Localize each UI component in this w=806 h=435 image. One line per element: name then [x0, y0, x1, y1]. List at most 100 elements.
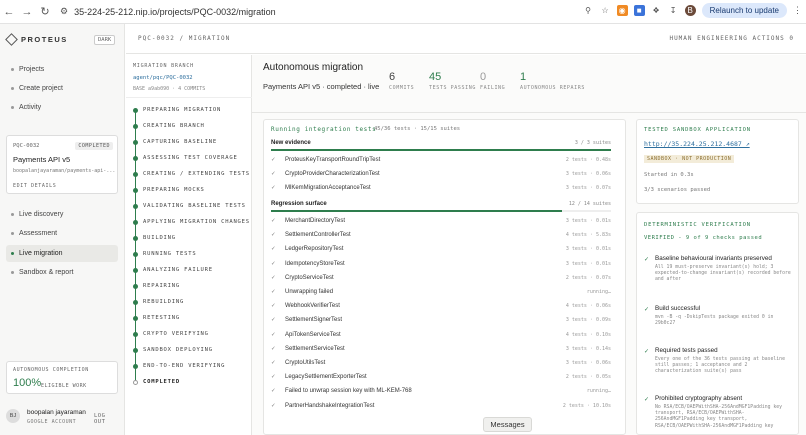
relaunch-button[interactable]: Relaunch to update	[701, 3, 787, 18]
nav-sandbox-report[interactable]: Sandbox & report	[11, 269, 73, 276]
test-row[interactable]: ✓ Unwrapping failed running…	[271, 289, 611, 301]
test-row[interactable]: ✓ ApiTokenServiceTest 4 tests · 0.10s	[271, 332, 611, 344]
nav-label: Create project	[19, 85, 63, 92]
sandbox-url-link[interactable]: http://35.224.25.212.4687 ↗	[644, 140, 750, 148]
password-icon[interactable]: ⚲	[583, 5, 594, 16]
test-row[interactable]: ✓ LedgerRepositoryTest 3 tests · 0.01s	[271, 246, 611, 258]
step-item[interactable]: COMPLETED	[143, 379, 180, 385]
test-group-name: New evidence	[271, 140, 311, 146]
nav-assessment[interactable]: Assessment	[11, 230, 57, 237]
bookmark-star-icon[interactable]: ☆	[600, 5, 611, 16]
nav-label: Projects	[19, 66, 45, 73]
step-item[interactable]: CREATING BRANCH	[143, 123, 205, 129]
site-settings-icon[interactable]: ⚙	[60, 6, 68, 17]
step-item[interactable]: ANALYZING FAILURE	[143, 267, 213, 273]
forward-icon[interactable]: →	[18, 3, 36, 21]
logout-button[interactable]: LOG OUT	[94, 413, 118, 425]
step-item[interactable]: RETESTING	[143, 315, 180, 321]
profile-avatar[interactable]: B	[684, 5, 696, 16]
test-row[interactable]: ✓ LegacySettlementExporterTest 2 tests · 0…	[271, 374, 611, 386]
autonomous-sub: ELIGIBLE WORK	[41, 383, 87, 389]
step-item[interactable]: PREPARING MOCKS	[143, 187, 205, 193]
test-row[interactable]: ✓ MlKemMigrationAcceptanceTest 3 tests · 0…	[271, 185, 611, 197]
verification-title: Baseline behavioural invariants preserve…	[655, 255, 772, 262]
step-item[interactable]: REBUILDING	[143, 299, 184, 305]
test-name: Unwrapping failed	[285, 289, 334, 295]
step-status-icon	[133, 188, 138, 193]
step-item[interactable]: CREATING / EXTENDING TESTS	[143, 171, 250, 177]
test-row[interactable]: ✓ ProteusKeyTransportRoundTripTest 2 tests…	[271, 157, 611, 169]
step-item[interactable]: BUILDING	[143, 235, 176, 241]
nav-create-project[interactable]: Create project	[11, 85, 63, 92]
step-status-icon	[133, 108, 138, 113]
autonomous-percent: 100%	[13, 377, 42, 389]
test-meta: running…	[586, 289, 611, 295]
edit-details-link[interactable]: EDIT DETAILS	[13, 183, 56, 189]
stat-tests-passing: 45 TESTS PASSING	[429, 71, 476, 91]
stat-failing: 0 FAILING	[480, 71, 505, 91]
extensions-puzzle-icon[interactable]: ❖	[651, 5, 662, 16]
human-actions-counter[interactable]: HUMAN ENGINEERING ACTIONS 0	[669, 35, 794, 42]
test-row[interactable]: ✓ SettlementControllerTest 4 tests · 5.83s	[271, 232, 611, 244]
test-group-count: 3 / 3 suites	[574, 140, 611, 146]
test-row[interactable]: ✓ WebhookVerifierTest 4 tests · 0.06s	[271, 303, 611, 315]
test-row[interactable]: ✓ IdempotencyStoreTest 3 tests · 0.01s	[271, 261, 611, 273]
test-row[interactable]: ✓ Failed to unwrap session key with ML-KE…	[271, 388, 611, 400]
step-item[interactable]: END-TO-END VERIFYING	[143, 363, 225, 369]
extension-fox-icon[interactable]: ◉	[616, 5, 628, 16]
integration-tests-panel: Running integration tests 45/36 tests · …	[263, 119, 626, 435]
stat-autonomous-repairs: 1 AUTONOMOUS REPAIRS	[520, 71, 585, 91]
chrome-menu-icon[interactable]: ⋮	[793, 5, 802, 16]
test-name: MerchantDirectoryTest	[285, 218, 346, 224]
check-icon: ✓	[644, 307, 650, 313]
reload-icon[interactable]: ↻	[36, 3, 54, 21]
bullet-icon	[11, 213, 14, 216]
status-badge: COMPLETED	[75, 142, 113, 150]
test-name: ProteusKeyTransportRoundTripTest	[285, 157, 381, 163]
test-row[interactable]: ✓ CryptoUtilsTest 3 tests · 0.06s	[271, 360, 611, 372]
check-icon: ✓	[644, 349, 650, 355]
download-icon[interactable]: ↧	[668, 5, 679, 16]
nav-live-discovery[interactable]: Live discovery	[11, 211, 63, 218]
test-group: Regression surface 12 / 14 suites	[271, 201, 611, 215]
url-text[interactable]: 35-224-25-212.nip.io/projects/PQC-0032/m…	[74, 7, 276, 17]
step-status-icon	[133, 124, 138, 129]
test-row[interactable]: ✓ CryptoServiceTest 2 tests · 0.07s	[271, 275, 611, 287]
test-row[interactable]: ✓ SettlementServiceTest 3 tests · 0.14s	[271, 346, 611, 358]
migration-steps-panel: MIGRATION BRANCH agent/pqc/PQC-0032 BASE…	[126, 55, 252, 435]
step-item[interactable]: RUNNING TESTS	[143, 251, 196, 257]
step-item[interactable]: PREPARING MIGRATION	[143, 107, 221, 113]
step-item[interactable]: REPAIRING	[143, 283, 180, 289]
branch-name[interactable]: agent/pqc/PQC-0032	[133, 75, 193, 81]
step-item[interactable]: APPLYING MIGRATION CHANGES	[143, 219, 250, 225]
check-icon: ✓	[271, 232, 276, 239]
messages-button[interactable]: Messages	[483, 417, 532, 432]
step-item[interactable]: CAPTURING BASELINE	[143, 139, 217, 145]
step-item[interactable]: VALIDATING BASELINE TESTS	[143, 203, 246, 209]
test-meta: 3 tests · 0.09s	[565, 317, 611, 324]
test-row[interactable]: ✓ PartnerHandshakeIntegrationTest 2 tests …	[271, 403, 611, 415]
step-item[interactable]: SANDBOX DEPLOYING	[143, 347, 213, 353]
logo[interactable]: PROTEUS	[5, 33, 68, 46]
address-bar[interactable]: ⚙ 35-224-25-212.nip.io/projects/PQC-0032…	[60, 6, 276, 17]
test-row[interactable]: ✓ MerchantDirectoryTest 3 tests · 0.01s	[271, 218, 611, 230]
step-item[interactable]: CRYPTO VERIFYING	[143, 331, 209, 337]
test-row[interactable]: ✓ CryptoProviderCharacterizationTest 3 tes…	[271, 171, 611, 183]
verification-desc: mvn -B -q -DskipTests package exited 0 i…	[655, 315, 774, 327]
sandbox-scenarios: 3/3 scenarios passed	[644, 187, 711, 193]
test-row[interactable]: ✓ SettlementSignerTest 3 tests · 0.09s	[271, 317, 611, 329]
nav-activity[interactable]: Activity	[11, 104, 41, 111]
back-icon[interactable]: ←	[0, 3, 18, 21]
verification-title: Required tests passed	[655, 347, 718, 354]
extension-blue-icon[interactable]: ■	[633, 5, 645, 16]
test-group-progress-fill	[271, 210, 563, 212]
nav-projects[interactable]: Projects	[11, 66, 44, 73]
step-item[interactable]: ASSESSING TEST COVERAGE	[143, 155, 238, 161]
logo-text: PROTEUS	[21, 35, 68, 44]
check-icon: ✓	[271, 303, 276, 310]
main-content: Autonomous migration Payments API v5 · c…	[252, 55, 806, 435]
project-card[interactable]: PQC-0032 COMPLETED Payments API v5 boopa…	[6, 135, 118, 194]
nav-live-migration[interactable]: Live migration	[11, 250, 63, 257]
dark-mode-toggle[interactable]: DARK	[94, 35, 116, 45]
test-meta: 2 tests · 10.10s	[562, 402, 611, 409]
